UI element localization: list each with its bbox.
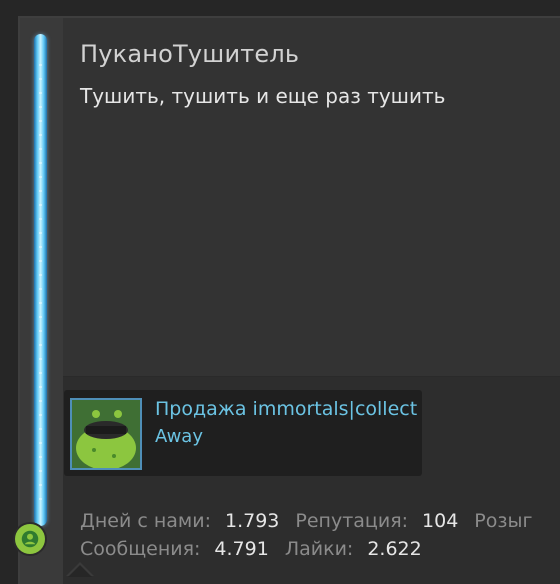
likes-label: Лайки: [284, 538, 354, 560]
giveaways-label: Розыг [474, 510, 533, 532]
profile-header-panel [63, 18, 560, 377]
online-status-badge [15, 524, 45, 554]
status-message: Тушить, тушить и еще раз тушить [80, 84, 446, 108]
stats-row-1: Дней с нами: 1.793 Репутация: 104 Розыг [80, 510, 546, 532]
messages-label: Сообщения: [80, 538, 201, 560]
days-label: Дней с нами: [80, 510, 211, 532]
reputation-value: 104 [422, 510, 459, 532]
thread-avatar[interactable] [70, 398, 142, 470]
stats-row-2: Сообщения: 4.791 Лайки: 2.622 [80, 538, 438, 560]
reputation-glow-bar [34, 34, 47, 526]
thread-subtitle[interactable]: Away [155, 426, 203, 447]
avatar-image-icon [72, 400, 140, 468]
messages-value[interactable]: 4.791 [214, 538, 268, 560]
username[interactable]: ПуканоТушитель [80, 40, 299, 68]
tooltip-notch-inner [68, 565, 92, 577]
likes-value: 2.622 [367, 538, 422, 560]
days-value: 1.793 [224, 510, 280, 532]
reputation-label: Репутация: [295, 510, 409, 532]
thread-title-link[interactable]: Продажа immortals|collect [155, 398, 423, 420]
user-icon [21, 530, 39, 548]
